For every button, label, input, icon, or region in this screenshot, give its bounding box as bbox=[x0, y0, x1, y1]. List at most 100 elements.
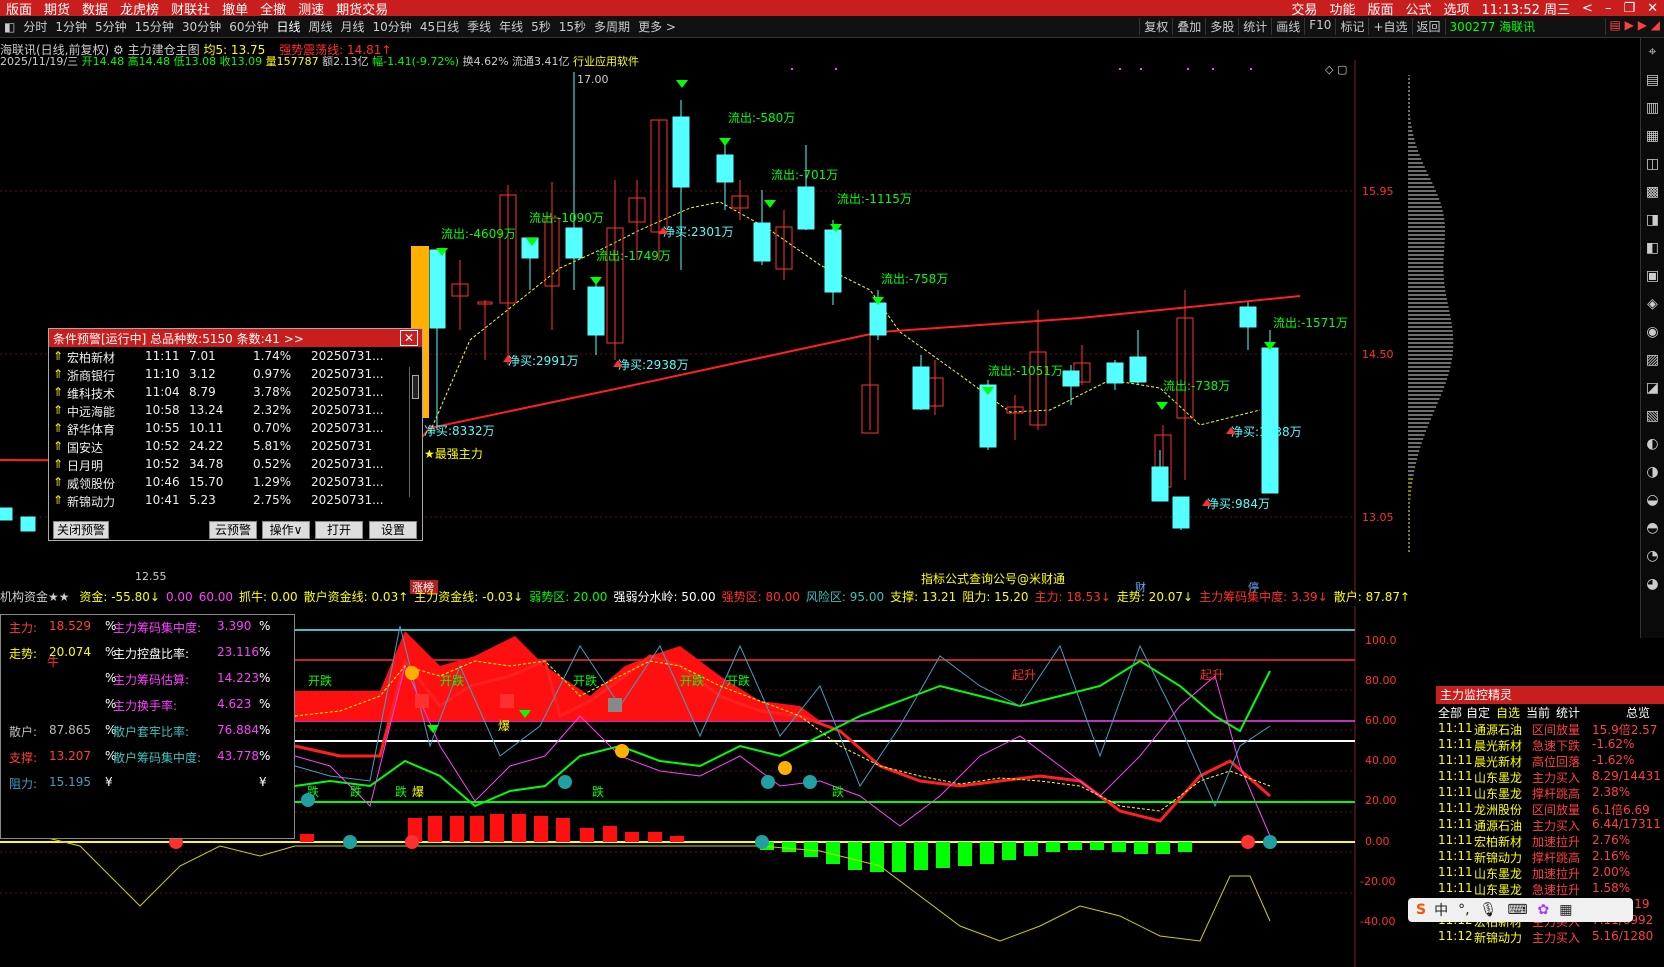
alert-row[interactable]: ⇑ 日月明 10:52 34.78 0.52% 20250731... bbox=[49, 455, 422, 473]
period-tab-quarter[interactable]: 季线 bbox=[463, 18, 495, 35]
menu-item-options[interactable]: 选项 bbox=[1437, 0, 1475, 18]
outflow-label: 流出:-580万 bbox=[728, 111, 795, 125]
period-tab-15sec[interactable]: 15秒 bbox=[555, 18, 590, 35]
alert-row[interactable]: ⇑ 宏柏新材 11:11 7.01 1.74% 20250731... bbox=[49, 347, 422, 365]
alert-scrollbar[interactable] bbox=[409, 367, 421, 497]
monitor-row[interactable]: 11:11 山东墨龙 撑杆跳高 2.38% bbox=[1436, 784, 1664, 801]
mark-button[interactable]: 标记 bbox=[1335, 18, 1368, 35]
keyboard-icon[interactable]: ⌨ bbox=[1507, 902, 1527, 918]
grid-icon[interactable]: ▦ bbox=[1559, 902, 1572, 918]
period-tab-10min[interactable]: 10分钟 bbox=[369, 18, 416, 35]
period-tab-30min[interactable]: 30分钟 bbox=[178, 18, 225, 35]
ime-punctuation[interactable]: °, bbox=[1458, 902, 1469, 918]
menu-item-function[interactable]: 功能 bbox=[1323, 0, 1361, 18]
period-tab-1min[interactable]: 1分钟 bbox=[51, 18, 91, 35]
period-tab-5sec[interactable]: 5秒 bbox=[527, 18, 555, 35]
period-tab-5min[interactable]: 5分钟 bbox=[91, 18, 131, 35]
period-tab-15min[interactable]: 15分钟 bbox=[131, 18, 178, 35]
settings-button[interactable]: 设置 bbox=[369, 521, 417, 539]
monitor-row[interactable]: 11:11 山东墨龙 主力买入 8.29/14431 bbox=[1436, 768, 1664, 785]
menu-item-data[interactable]: 数据 bbox=[76, 0, 114, 18]
close-icon[interactable]: ✕ bbox=[399, 330, 418, 346]
stock-code-tab[interactable]: 300277 海联讯 bbox=[1444, 18, 1605, 35]
monitor-row[interactable]: 11:11 龙洲股份 区间放量 6.1倍6.69 bbox=[1436, 800, 1664, 817]
menu-item-cailianshe[interactable]: 财联社 bbox=[165, 0, 216, 18]
alert-time: 11:04 bbox=[145, 385, 180, 399]
operate-button[interactable]: 操作∨ bbox=[262, 521, 310, 539]
menu-item-formula[interactable]: 公式 bbox=[1399, 0, 1437, 18]
skin-icon[interactable]: ✿ bbox=[1538, 902, 1550, 918]
menu-item-speed[interactable]: 测速 bbox=[292, 0, 330, 18]
alert-title-bar[interactable]: 条件预警[运行中] 总品种数:5150 条数:41 >> ✕ bbox=[49, 329, 422, 347]
monitor-title[interactable]: 主力监控精灵 bbox=[1436, 686, 1664, 704]
monitor-tab-current[interactable]: 当前 bbox=[1526, 704, 1550, 721]
overlay-button[interactable]: 叠加 bbox=[1172, 18, 1205, 35]
period-tab-weekly[interactable]: 周线 bbox=[305, 18, 337, 35]
ime-mode-chinese[interactable]: 中 bbox=[1434, 900, 1448, 920]
positive-bars bbox=[300, 814, 684, 842]
f10-button[interactable]: F10 bbox=[1304, 18, 1335, 35]
alert-row[interactable]: ⇑ 维科技术 11:04 8.79 3.78% 20250731... bbox=[49, 383, 422, 401]
menu-item-trade[interactable]: 交易 bbox=[1285, 0, 1323, 18]
alert-row[interactable]: ⇑ 舒华体育 10:55 10.11 0.70% 20250731... bbox=[49, 419, 422, 437]
tool-icons[interactable]: ⌖ ▤ ▥ ▦ ◫ ▩ ◨ ◧ ▣ ◈ ◉ ▨ ◪ ▧ ◐ ◑ ◒ ◓ ◔ ◕ bbox=[1641, 38, 1664, 598]
sidebar-toggle-icon[interactable]: ◧ bbox=[0, 20, 19, 34]
period-tab-year[interactable]: 年线 bbox=[495, 18, 527, 35]
mic-icon[interactable]: 🎙 bbox=[1480, 902, 1498, 918]
menu-item-dragon-tiger[interactable]: 龙虎榜 bbox=[114, 0, 165, 18]
period-tab-45day[interactable]: 45日线 bbox=[416, 18, 463, 35]
return-button[interactable]: 返回 bbox=[1411, 18, 1445, 35]
open-button[interactable]: 打开 bbox=[315, 521, 363, 539]
monitor-row[interactable]: 11:11 宏柏新材 加速拉升 2.76% bbox=[1436, 832, 1664, 849]
add-watchlist-button[interactable]: +自选 bbox=[1368, 18, 1411, 35]
monitor-row[interactable]: 11:11 新锦动力 撑杆跳高 2.16% bbox=[1436, 848, 1664, 865]
monitor-value: 2.38% bbox=[1592, 785, 1631, 799]
restore-icon[interactable]: ❐ bbox=[1617, 1, 1641, 16]
menu-item-layout2[interactable]: 版面 bbox=[1361, 0, 1399, 18]
alert-row[interactable]: ⇑ 浙商银行 11:10 3.12 0.97% 20250731... bbox=[49, 365, 422, 383]
period-tab-more[interactable]: 更多 > bbox=[634, 18, 680, 35]
alert-row[interactable]: ⇑ 中远海能 10:58 13.24 2.32% 20250731... bbox=[49, 401, 422, 419]
panel-icons[interactable]: ▤ ▶ ▶ ◢ bbox=[1604, 18, 1664, 35]
alert-row[interactable]: ⇑ 威领股份 10:46 15.70 1.29% 20250731... bbox=[49, 473, 422, 491]
draw-line-button[interactable]: 画线 bbox=[1271, 18, 1304, 35]
stats-button[interactable]: 统计 bbox=[1238, 18, 1271, 35]
monitor-row[interactable]: 11:11 通源石油 主力买入 6.44/17311 bbox=[1436, 816, 1664, 833]
back-arrow-icon[interactable]: < bbox=[1576, 1, 1599, 16]
monitor-row[interactable]: 11:11 晨光新材 高位回落 -1.62% bbox=[1436, 752, 1664, 769]
cloud-alert-button[interactable]: 云预警 bbox=[209, 521, 257, 539]
period-tab-monthly[interactable]: 月线 bbox=[337, 18, 369, 35]
close-alert-button[interactable]: 关闭预警 bbox=[53, 521, 109, 539]
multi-stock-button[interactable]: 多股 bbox=[1205, 18, 1238, 35]
period-tab-fenshi[interactable]: 分时 bbox=[19, 18, 51, 35]
alert-row[interactable]: ⇑ 新锦动力 10:41 5.23 2.75% 20250731... bbox=[49, 491, 422, 509]
monitor-row[interactable]: 11:11 通源石油 区间放量 15.9倍2.57 bbox=[1436, 720, 1664, 737]
monitor-tab-stats[interactable]: 统计 bbox=[1556, 704, 1580, 721]
monitor-tab-overview[interactable]: 总览 bbox=[1626, 704, 1650, 721]
menu-item-futures-trade[interactable]: 期货交易 bbox=[330, 0, 394, 18]
inflow-label: 净买:2991万 bbox=[508, 354, 579, 368]
ime-toolbar[interactable]: S 中 °, 🎙 ⌨ ✿ ▦ bbox=[1408, 898, 1633, 922]
adjust-button[interactable]: 复权 bbox=[1139, 18, 1172, 35]
monitor-tab-watchlist[interactable]: 自选 bbox=[1496, 704, 1520, 721]
monitor-row[interactable]: 11:11 晨光新材 急速下跌 -1.62% bbox=[1436, 736, 1664, 753]
period-tab-multi[interactable]: 多周期 bbox=[590, 18, 634, 35]
monitor-tab-all[interactable]: 全部 bbox=[1438, 704, 1462, 721]
monitor-tab-custom[interactable]: 自定 bbox=[1466, 704, 1490, 721]
chart-corner-icons[interactable]: ◇ ▢ bbox=[1325, 63, 1347, 76]
close-icon[interactable]: ✕ bbox=[1641, 1, 1664, 16]
minimize-icon[interactable]: – bbox=[1599, 1, 1618, 16]
period-tab-60min[interactable]: 60分钟 bbox=[225, 18, 272, 35]
menu-item-futures[interactable]: 期货 bbox=[38, 0, 76, 18]
monitor-row[interactable]: 11:12 新锦动力 主力买入 5.16/1280 bbox=[1436, 928, 1664, 945]
monitor-row[interactable]: 11:11 山东墨龙 急速拉升 1.58% bbox=[1436, 880, 1664, 897]
period-tab-daily[interactable]: 日线 bbox=[272, 18, 304, 35]
monitor-row[interactable]: 11:11 山东墨龙 加速拉升 2.00% bbox=[1436, 864, 1664, 881]
sub-chart-title[interactable]: 机构资金★★ bbox=[0, 590, 70, 604]
scrollbar-thumb[interactable] bbox=[412, 375, 419, 399]
menu-item-cancel-all[interactable]: 全撤 bbox=[254, 0, 292, 18]
right-icon-column: ⌖ ▤ ▥ ▦ ◫ ▩ ◨ ◧ ▣ ◈ ◉ ▨ ◪ ▧ ◐ ◑ ◒ ◓ ◔ ◕ bbox=[1640, 38, 1664, 638]
menu-item-layout[interactable]: 版面 bbox=[0, 0, 38, 18]
menu-item-cancel[interactable]: 撤单 bbox=[216, 0, 254, 18]
alert-row[interactable]: ⇑ 国安达 10:52 24.22 5.81% 20250731 bbox=[49, 437, 422, 455]
